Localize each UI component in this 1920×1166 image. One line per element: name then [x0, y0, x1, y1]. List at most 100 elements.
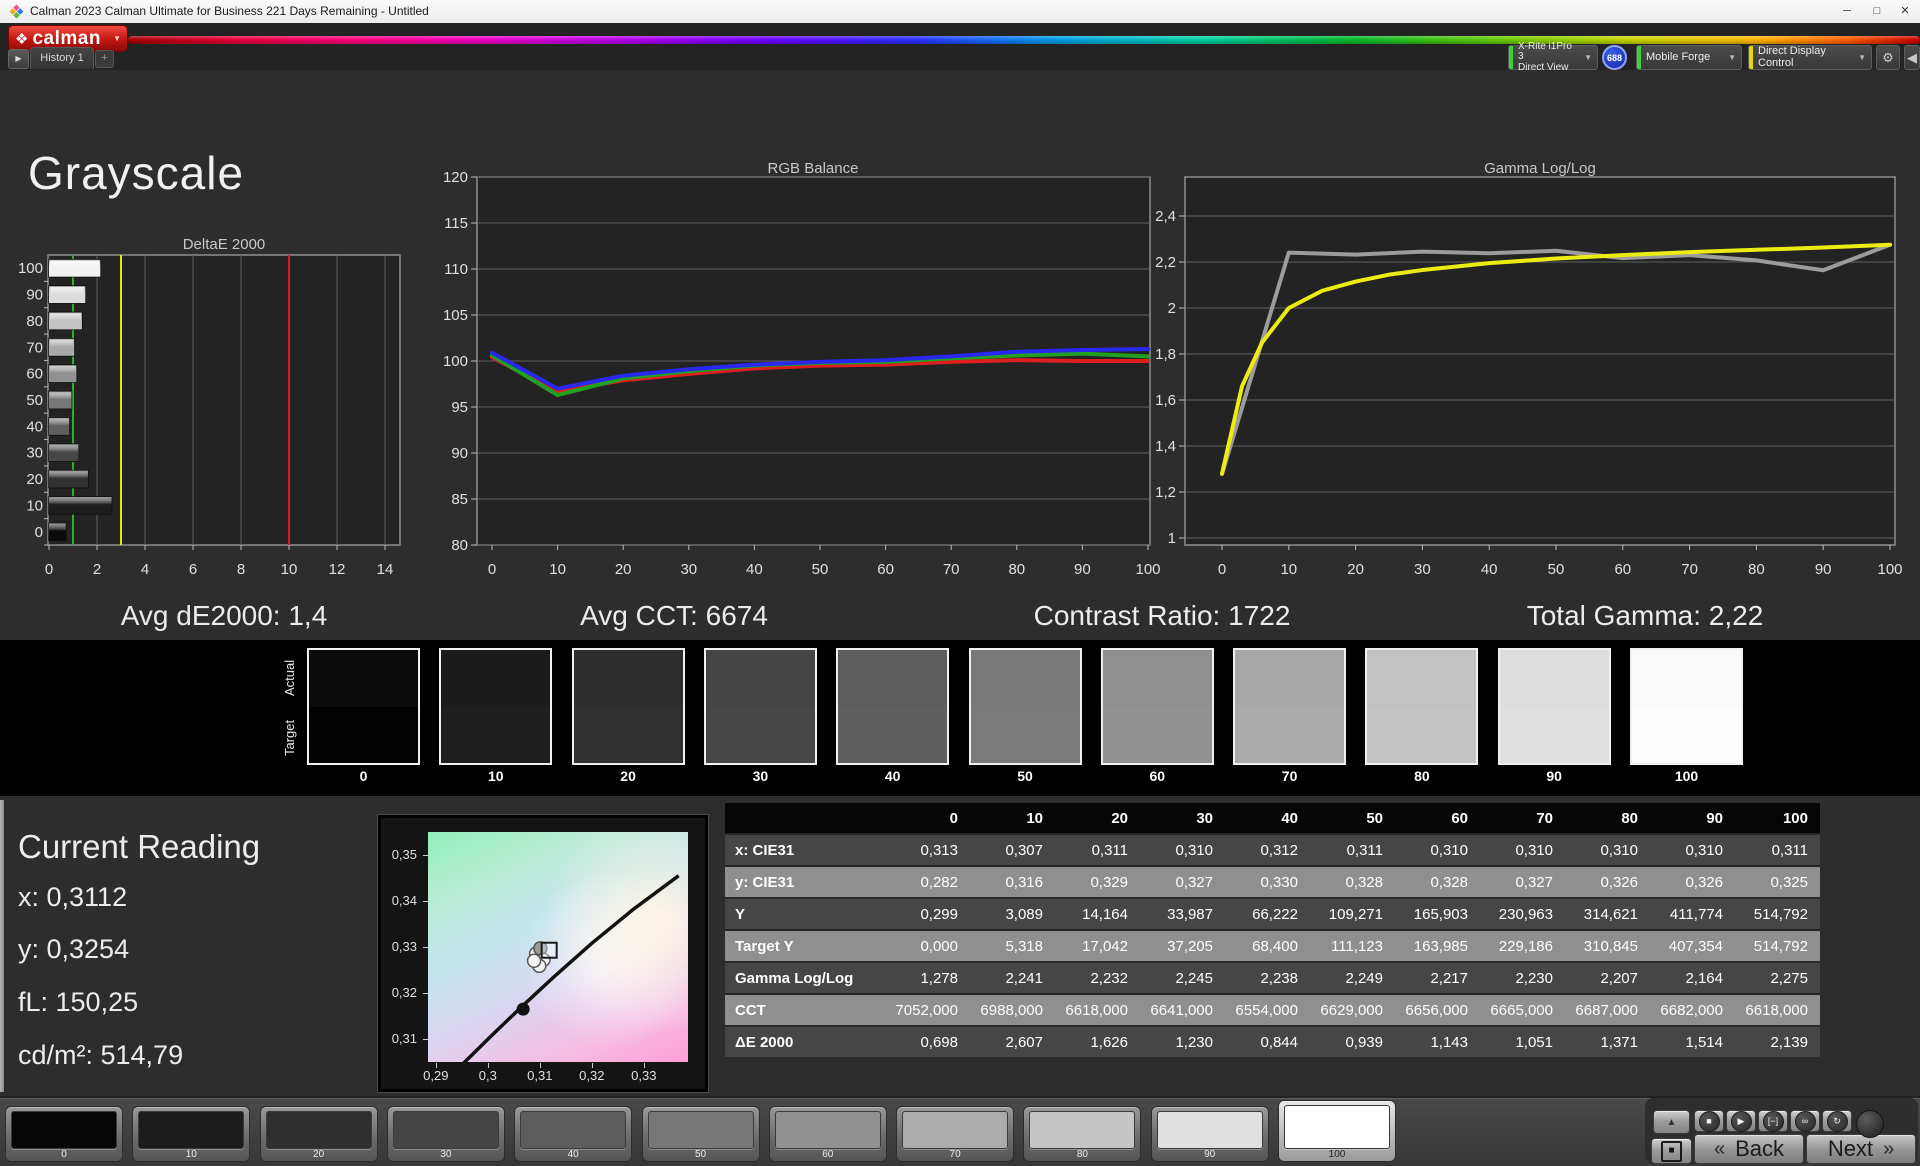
pattern-level-button-20[interactable]: 20 — [259, 1106, 378, 1162]
table-col-header: 70 — [1480, 803, 1565, 834]
patch-level-label: 40 — [884, 768, 901, 784]
pattern-level-button-10[interactable]: 10 — [132, 1106, 251, 1162]
add-history-tab-button[interactable]: + — [95, 50, 114, 68]
svg-text:60: 60 — [1614, 561, 1631, 578]
patch-target — [1367, 706, 1477, 763]
pattern-level-button-40[interactable]: 40 — [514, 1106, 633, 1162]
table-cell: 2,238 — [1225, 961, 1310, 994]
play-button[interactable]: ▶ — [1726, 1110, 1756, 1132]
back-button-label: Back — [1735, 1136, 1785, 1161]
svg-text:50: 50 — [1548, 561, 1565, 578]
pattern-level-label: 90 — [1204, 1149, 1216, 1160]
pattern-level-button-60[interactable]: 60 — [768, 1106, 887, 1162]
pattern-level-button-0[interactable]: 0 — [5, 1106, 123, 1162]
settings-gear-button[interactable]: ⚙ — [1876, 45, 1900, 70]
loop-button[interactable]: ∞ — [1790, 1110, 1820, 1132]
table-cell: 314,621 — [1565, 897, 1650, 930]
patch-actual — [838, 650, 948, 707]
table-col-header: 50 — [1310, 803, 1395, 834]
step-button[interactable]: [−] — [1758, 1110, 1788, 1132]
refresh-button[interactable]: ↻ — [1822, 1110, 1852, 1132]
meter-dropdown[interactable]: X-Rite i1Pro 3 Direct View ▼ — [1508, 41, 1598, 73]
collapse-panel-button[interactable]: ◀ — [1904, 45, 1920, 70]
patch-actual — [705, 650, 815, 707]
maximize-button[interactable]: □ — [1862, 0, 1892, 23]
refresh-icon: ↻ — [1826, 1110, 1848, 1132]
svg-text:40: 40 — [26, 418, 43, 435]
panel-resize-grip[interactable] — [0, 800, 4, 1092]
grayscale-patch-100 — [1630, 648, 1743, 765]
meter-count-badge: 688 — [1601, 45, 1628, 70]
cie-ytick-mark — [423, 993, 428, 994]
table-cell: 0,326 — [1650, 865, 1735, 898]
table-cell: 1,371 — [1565, 1025, 1650, 1057]
cie-xtick-mark — [435, 1063, 437, 1068]
table-cell: 1,514 — [1650, 1025, 1735, 1057]
pattern-level-label: 50 — [694, 1149, 707, 1160]
svg-text:10: 10 — [549, 561, 566, 578]
table-row-label: ΔE 2000 — [725, 1025, 885, 1057]
patch-actual — [1235, 650, 1345, 707]
stat-avg-cct: Avg CCT: 6674 — [580, 600, 768, 631]
table-cell: 0,327 — [1480, 865, 1565, 898]
back-button[interactable]: « Back — [1694, 1134, 1804, 1164]
grayscale-data-table: 0 10 20 30 40 50 60 70 80 90 100 x: CIE31 0,313 0,307… — [725, 803, 1820, 1057]
display-control-dropdown[interactable]: Direct Display Control ▼ — [1748, 45, 1872, 70]
patch-level-label: 80 — [1414, 768, 1430, 784]
svg-text:1: 1 — [1168, 530, 1176, 547]
pattern-swatch — [902, 1111, 1009, 1149]
svg-text:100: 100 — [1877, 561, 1902, 578]
table-cell: 0,329 — [1055, 865, 1140, 898]
patch-level-label: 10 — [488, 768, 504, 784]
patch-level-label: 60 — [1149, 768, 1166, 784]
table-cell: 2,217 — [1395, 961, 1480, 994]
cie-plot-overlay — [462, 874, 680, 1062]
step-icon: [−] — [1762, 1110, 1784, 1132]
pattern-level-button-30[interactable]: 30 — [386, 1106, 505, 1162]
display-pattern-button[interactable]: ■ — [1651, 1138, 1692, 1164]
pattern-level-button-90[interactable]: 90 — [1150, 1106, 1269, 1162]
history-scroll-left-button[interactable]: ▶ — [8, 49, 29, 69]
close-button[interactable]: ✕ — [1890, 0, 1920, 23]
svg-text:2: 2 — [93, 561, 101, 578]
table-row: Target Y 0,000 5,318 17,042 37,205 68,400 111,… — [725, 929, 1820, 962]
pattern-level-label: 70 — [949, 1149, 961, 1160]
table-cell: 2,275 — [1735, 961, 1820, 994]
table-cell: 6618,000 — [1735, 993, 1820, 1026]
pattern-level-button-70[interactable]: 70 — [896, 1106, 1015, 1162]
svg-text:90: 90 — [1815, 561, 1832, 578]
table-cell: 6641,000 — [1140, 993, 1225, 1026]
grayscale-patch-10 — [439, 648, 553, 765]
cie-ytick-mark — [423, 855, 428, 856]
stop-square-icon: ■ — [1668, 1145, 1675, 1156]
tab-history-1[interactable]: History 1 — [30, 47, 94, 69]
stop-button[interactable]: ■ — [1694, 1110, 1724, 1132]
table-col-header: 60 — [1395, 803, 1480, 834]
cie-xtick-mark — [487, 1063, 489, 1068]
table-col-header: 10 — [970, 803, 1055, 834]
stat-total-gamma: Total Gamma: 2,22 — [1526, 600, 1764, 631]
current-reading-x: x: 0,3112 — [18, 882, 128, 912]
svg-text:60: 60 — [26, 366, 43, 383]
grayscale-patch-40 — [836, 648, 950, 765]
panel-expand-button[interactable]: ▲ — [1653, 1110, 1690, 1134]
minimize-button[interactable]: ─ — [1832, 0, 1862, 23]
svg-text:100: 100 — [1135, 561, 1160, 578]
table-cell: 2,249 — [1310, 961, 1395, 994]
cie-ytick-mark — [423, 947, 428, 948]
svg-text:80: 80 — [451, 537, 468, 554]
pattern-level-button-100[interactable]: 100 — [1278, 1100, 1396, 1162]
table-cell: 163,985 — [1395, 929, 1480, 962]
table-col-header: 0 — [885, 803, 970, 834]
pattern-swatch — [774, 1111, 881, 1149]
cie-xtick-mark — [539, 1063, 541, 1068]
pattern-level-button-50[interactable]: 50 — [641, 1106, 760, 1162]
svg-text:10: 10 — [26, 497, 43, 514]
chevrons-right-icon: » — [1883, 1137, 1895, 1160]
patch-target — [309, 706, 418, 763]
pattern-level-button-80[interactable]: 80 — [1023, 1106, 1142, 1162]
next-button[interactable]: Next » — [1806, 1134, 1916, 1164]
status-orb-button[interactable] — [1856, 1110, 1884, 1138]
source-dropdown[interactable]: Mobile Forge ▼ — [1636, 45, 1742, 70]
table-cell: 2,164 — [1650, 961, 1735, 994]
